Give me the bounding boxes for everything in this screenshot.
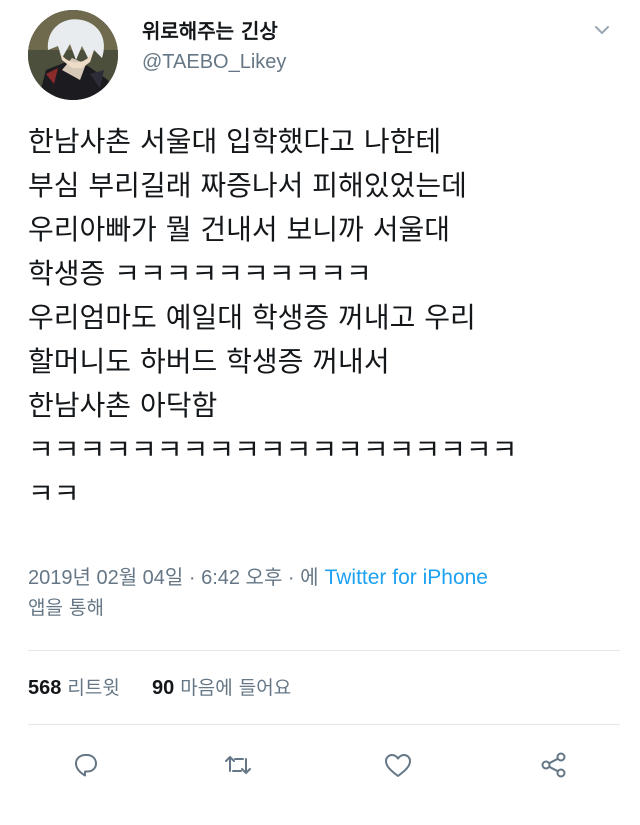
tweet-line: 학생증 ㅋㅋㅋㅋㅋㅋㅋㅋㅋㅋ [28,257,372,290]
retweet-icon [225,756,251,774]
avatar[interactable] [28,10,118,100]
user-handle[interactable]: @TAEBO_Likey [142,48,286,76]
via-label: 앱을 통해 [28,597,104,619]
action-bar [28,745,618,785]
share-button[interactable] [534,745,574,785]
tweet-line: 할머니도 하버드 학생증 꺼내서 [28,345,390,378]
divider [28,650,620,651]
source-link[interactable]: Twitter for iPhone [325,566,488,589]
anime-avatar-icon [28,10,118,100]
reply-button[interactable] [66,745,106,785]
tweet-line: 한남사촌 아닥함 [28,389,218,422]
like-stat[interactable]: 90 마음에 들어요 [152,677,291,699]
display-name[interactable]: 위로해주는 긴상 [142,18,286,44]
chevron-down-icon[interactable] [592,20,612,40]
tweet-line: 한남사촌 서울대 입학했다고 나한테 [28,125,442,158]
retweet-stat[interactable]: 568 리트윗 [28,677,126,699]
tweet-line: ㅋㅋㅋㅋㅋㅋㅋㅋㅋㅋㅋㅋㅋㅋㅋㅋㅋㅋㅋ [28,433,518,466]
like-count: 90 [151,677,175,699]
tweet-line: 우리아빠가 뭘 건내서 보니까 서울대 [28,213,451,246]
divider [28,724,620,725]
retweet-button[interactable] [218,745,258,785]
tweet-line: 부심 부리길래 짜증나서 피해있었는데 [28,169,467,202]
tweet-line: 우리엄마도 예일대 학생증 꺼내고 우리 [28,301,476,334]
retweet-label: 리트윗 [67,677,120,699]
like-icon [385,754,411,777]
tweet-header: 위로해주는 긴상 @TAEBO_Likey [28,10,618,100]
reply-icon [75,754,97,777]
like-label: 마음에 들어요 [180,677,292,699]
tweet-stats: 568 리트윗 90 마음에 들어요 [28,674,291,702]
timestamp[interactable]: 2019년 02월 04일 · 6:42 오후 · 에 [28,567,319,589]
tweet-line: ㅋㅋ [28,477,80,510]
share-icon [541,752,566,778]
like-button[interactable] [378,745,418,785]
tweet-meta: 2019년 02월 04일 · 6:42 오후 · 에 Twitter for … [28,563,618,623]
retweet-count: 568 [28,677,62,699]
author-names: 위로해주는 긴상 @TAEBO_Likey [142,18,286,76]
tweet-text: 한남사촌 서울대 입학했다고 나한테 부심 부리길래 짜증나서 피해있었는데 우… [28,120,618,516]
